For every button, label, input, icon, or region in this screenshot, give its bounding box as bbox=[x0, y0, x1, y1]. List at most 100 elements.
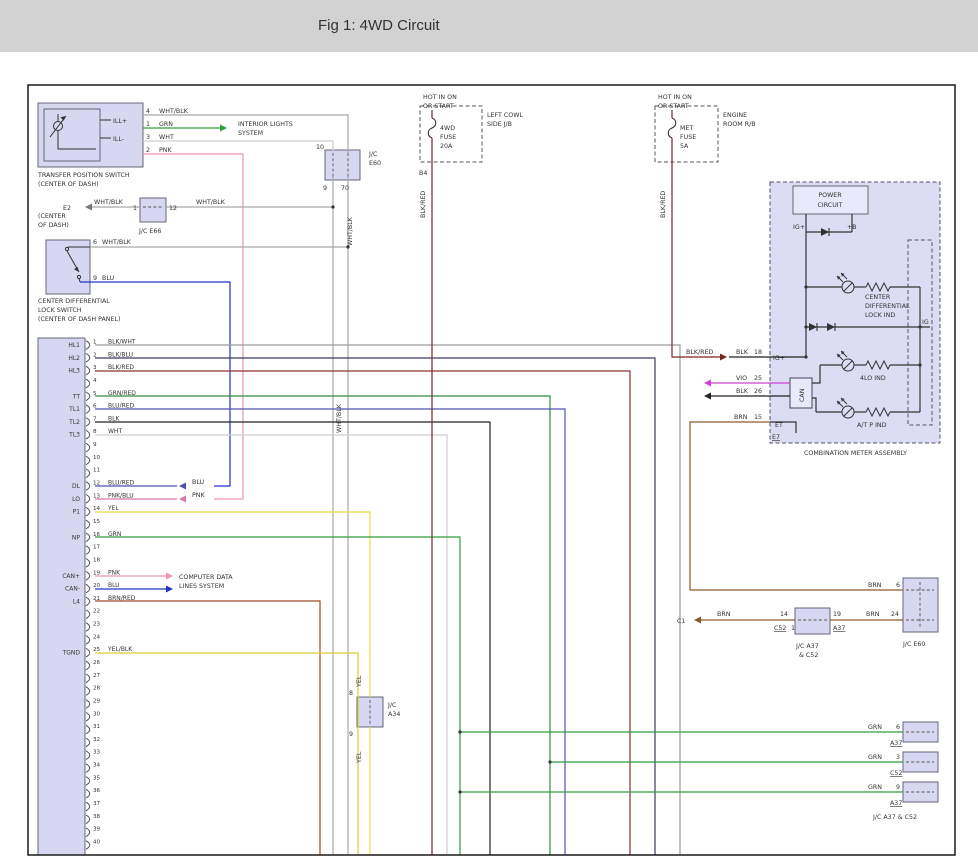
pin-name: TL1 bbox=[68, 406, 80, 413]
diagram-label: 3 bbox=[896, 754, 900, 761]
diagram-label: 6 bbox=[93, 239, 97, 246]
diagram-label: BLK bbox=[736, 349, 749, 356]
junction-dot bbox=[458, 790, 461, 793]
diagram-label: 25 bbox=[754, 375, 762, 382]
power-circuit-box bbox=[793, 186, 868, 214]
pin-number: 24 bbox=[93, 634, 101, 640]
diagram-label: WHT/BLK bbox=[196, 199, 226, 206]
pin-number: 30 bbox=[93, 711, 101, 717]
pin-number: 31 bbox=[93, 724, 101, 730]
diagram-label: ET bbox=[775, 422, 783, 429]
diagram-label: 14 bbox=[780, 611, 788, 618]
diagram-label: BLK/RED bbox=[686, 349, 713, 356]
pin-number: 3 bbox=[93, 365, 97, 371]
diagram-label: C52 bbox=[890, 770, 902, 777]
diagram-label: 10 bbox=[316, 144, 324, 151]
pin-number: 39 bbox=[93, 827, 101, 833]
diagram-label: 24 bbox=[891, 611, 899, 618]
junction-dot bbox=[804, 285, 807, 288]
diagram-label: WHT/BLK bbox=[94, 199, 124, 206]
pin-number: 20 bbox=[93, 583, 101, 589]
figure-header: Fig 1: 4WD Circuit bbox=[0, 0, 978, 52]
pin-number: 8 bbox=[93, 429, 97, 435]
diagram-label: LEFT COWL bbox=[487, 112, 523, 119]
diagram-label: J/C E60 bbox=[902, 641, 925, 648]
pin-name: P1 bbox=[73, 509, 81, 516]
diagram-label: HOT IN ON bbox=[423, 94, 457, 101]
diagram-label: WHT bbox=[159, 134, 174, 141]
diagram-label: OR START bbox=[423, 103, 454, 110]
diagram-label: GRN bbox=[868, 724, 882, 731]
diagram-label: TRANSFER POSITION SWITCH bbox=[37, 172, 130, 179]
pin-number: 25 bbox=[93, 647, 101, 653]
pin-name: HL3 bbox=[68, 368, 80, 375]
diagram-label: 6 bbox=[896, 582, 900, 589]
diagram-label: 9 bbox=[896, 784, 900, 791]
diagram-label: (CENTER OF DASH PANEL) bbox=[38, 316, 120, 323]
pin-wire-label: PNK/BLU bbox=[108, 492, 134, 499]
diagram-label: MET bbox=[680, 125, 693, 132]
pin-wire-label: PNK bbox=[108, 569, 121, 576]
diagram-label: INTERIOR LIGHTS bbox=[238, 121, 293, 128]
pin-name: TT bbox=[72, 393, 81, 400]
diagram-label: & C52 bbox=[799, 652, 818, 659]
diagram-label: A34 bbox=[388, 711, 400, 718]
diagram-label: 1 bbox=[146, 121, 150, 128]
diagram-label: 9 bbox=[93, 275, 97, 282]
pin-number: 9 bbox=[93, 442, 97, 448]
diagram-label: IG+ bbox=[793, 224, 805, 231]
pin-number: 26 bbox=[93, 660, 101, 666]
junction-dot bbox=[804, 355, 807, 358]
diagram-label: 15 bbox=[754, 414, 762, 421]
diagram-label: 1 bbox=[133, 205, 137, 212]
diagram-label: CENTER DIFFERENTIAL bbox=[38, 298, 110, 305]
diagram-label: 18 bbox=[754, 349, 762, 356]
diagram-label: 9 bbox=[349, 731, 353, 738]
diagram-label: 2 bbox=[146, 147, 150, 154]
diagram-label: WHT/BLK bbox=[336, 403, 343, 433]
jc-e66-box bbox=[140, 198, 166, 222]
diagram-label: BRN bbox=[734, 414, 748, 421]
junction-dot bbox=[458, 730, 461, 733]
pin-number: 33 bbox=[93, 750, 101, 756]
pin-number: 19 bbox=[93, 570, 101, 576]
pin-name: NP bbox=[72, 534, 80, 541]
junction-dot bbox=[331, 205, 334, 208]
diagram-label: 12 bbox=[169, 205, 177, 212]
pin-number: 40 bbox=[93, 840, 101, 846]
diagram-label: J/C A37 & C52 bbox=[872, 814, 917, 821]
diagram-label: GRN bbox=[868, 754, 882, 761]
junction-dot bbox=[548, 760, 551, 763]
diagram-label: 4 bbox=[146, 108, 150, 115]
diagram-label: 6 bbox=[896, 724, 900, 731]
diagram-label: C52 bbox=[774, 625, 786, 632]
diagram-label: A37 bbox=[833, 625, 845, 632]
diagram-label: COMPUTER DATA bbox=[179, 574, 233, 581]
diagram-label: +B bbox=[847, 224, 857, 231]
diagram-label: J/C A37 bbox=[795, 643, 819, 650]
diagram-label: CIRCUIT bbox=[817, 202, 842, 209]
diagram-label: WHT/BLK bbox=[159, 108, 189, 115]
diagram-label: A37 bbox=[890, 800, 902, 807]
transfer-position-switch-box bbox=[38, 103, 143, 167]
pin-name: TL2 bbox=[68, 419, 80, 426]
diagram-label: J/C bbox=[387, 702, 397, 709]
diagram-label: VIO bbox=[736, 375, 747, 382]
jc-e60-top-box bbox=[325, 150, 360, 180]
pin-name: L4 bbox=[73, 598, 80, 605]
diagram-label: E2 bbox=[63, 205, 71, 212]
pin-name: HL1 bbox=[68, 342, 80, 349]
diagram-label: FUSE bbox=[680, 134, 696, 141]
diagram-label: GRN bbox=[159, 121, 173, 128]
diagram-label: CAN bbox=[799, 388, 806, 402]
pin-wire-label: BLK bbox=[108, 415, 120, 422]
pin-name: TGND bbox=[62, 650, 81, 657]
diagram-label: (CENTER bbox=[38, 213, 66, 220]
diagram-label: WHT/BLK bbox=[347, 216, 354, 246]
diagram-label: A/T P IND bbox=[857, 422, 887, 429]
diagram-label: COMBINATION METER ASSEMBLY bbox=[804, 450, 907, 457]
diagram-label: B4 bbox=[419, 170, 427, 177]
diagram-label: POWER bbox=[818, 192, 842, 199]
diagram-label: A37 bbox=[890, 740, 902, 747]
pin-name: CAN+ bbox=[62, 573, 80, 580]
